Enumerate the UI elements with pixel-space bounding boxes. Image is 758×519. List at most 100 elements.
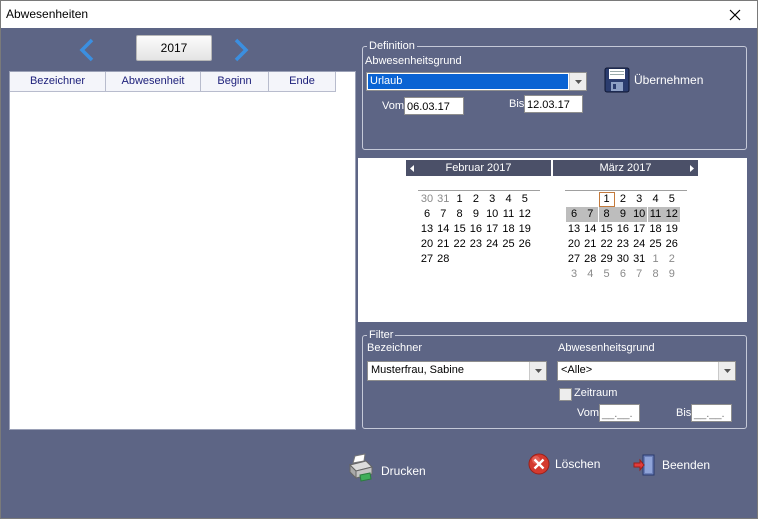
apply-button[interactable]: Übernehmen [604, 67, 703, 93]
calendar-day[interactable]: 9 [664, 267, 680, 282]
calendar-day[interactable]: 27 [566, 252, 582, 267]
calendar-day[interactable]: 12 [663, 207, 680, 222]
print-label: Drucken [381, 464, 426, 478]
absence-list[interactable]: Bezeichner Abwesenheit Beginn Ende [9, 71, 356, 430]
calendar-day[interactable]: 4 [648, 192, 664, 207]
filter-name-combo[interactable]: Musterfrau, Sabine [367, 361, 547, 381]
calendar-day[interactable]: 30 [615, 252, 631, 267]
calendar-prev-button[interactable] [406, 160, 418, 176]
calendar-day[interactable]: 10 [484, 207, 500, 222]
calendar-day[interactable]: 28 [435, 252, 451, 267]
column-header-absence[interactable]: Abwesenheit [106, 72, 201, 92]
calendar-day[interactable]: 13 [566, 222, 582, 237]
calendar-day[interactable]: 10 [631, 207, 648, 222]
calendar-day[interactable]: 1 [452, 192, 468, 207]
exit-door-icon [633, 454, 655, 476]
calendar-day[interactable]: 30 [419, 192, 435, 207]
calendar-day[interactable]: 4 [582, 267, 598, 282]
calendar-day[interactable]: 25 [648, 237, 664, 252]
calendar-day[interactable]: 5 [664, 192, 680, 207]
calendar-next-button[interactable] [686, 160, 698, 176]
calendar-day[interactable]: 18 [648, 222, 664, 237]
calendar-day[interactable]: 8 [452, 207, 468, 222]
definition-reason-combo[interactable]: Urlaub [366, 72, 587, 91]
calendar-day[interactable]: 6 [419, 207, 435, 222]
calendar-day[interactable]: 5 [599, 267, 615, 282]
calendar-day[interactable]: 14 [435, 222, 451, 237]
filter-to-input[interactable]: __.__. [691, 404, 732, 422]
close-button[interactable] [712, 1, 757, 28]
calendar-day[interactable]: 7 [631, 267, 647, 282]
calendar-day[interactable]: 16 [468, 222, 484, 237]
calendar[interactable]: Februar 2017 März 2017 30 31 1 2 3 4 5 6 7 8 9 10 11… [358, 158, 747, 322]
calendar-day[interactable]: 2 [664, 252, 680, 267]
calendar-day[interactable]: 23 [468, 237, 484, 252]
calendar-day[interactable]: 31 [435, 192, 451, 207]
dropdown-button[interactable] [529, 362, 546, 380]
year-button[interactable]: 2017 [136, 35, 212, 61]
calendar-day[interactable]: 26 [664, 237, 680, 252]
calendar-day[interactable]: 17 [484, 222, 500, 237]
print-button[interactable]: Drucken [344, 453, 426, 483]
calendar-day[interactable]: 22 [452, 237, 468, 252]
column-header-begin[interactable]: Beginn [201, 72, 269, 92]
calendar-day[interactable]: 21 [582, 237, 598, 252]
calendar-day[interactable]: 2 [468, 192, 484, 207]
calendar-day[interactable]: 9 [468, 207, 484, 222]
calendar-day[interactable]: 20 [419, 237, 435, 252]
calendar-day[interactable]: 23 [615, 237, 631, 252]
dropdown-button[interactable] [718, 362, 735, 380]
calendar-day[interactable]: 31 [631, 252, 647, 267]
dropdown-button[interactable] [569, 73, 586, 90]
calendar-day[interactable]: 4 [501, 192, 517, 207]
calendar-day[interactable]: 3 [631, 192, 647, 207]
calendar-day[interactable]: 3 [484, 192, 500, 207]
calendar-day[interactable]: 19 [517, 222, 533, 237]
filter-reason-combo[interactable]: <Alle> [557, 361, 736, 381]
calendar-day[interactable]: 24 [631, 237, 647, 252]
calendar-day[interactable]: 7 [435, 207, 451, 222]
column-header-name[interactable]: Bezeichner [10, 72, 106, 92]
calendar-day[interactable]: 7 [582, 207, 599, 222]
calendar-day[interactable]: 8 [598, 207, 615, 222]
calendar-day[interactable]: 17 [631, 222, 647, 237]
calendar-day[interactable]: 11 [501, 207, 517, 222]
definition-from-input[interactable]: 06.03.17 [404, 97, 464, 115]
calendar-day[interactable]: 16 [615, 222, 631, 237]
calendar-day[interactable]: 21 [435, 237, 451, 252]
next-year-button[interactable] [232, 38, 250, 62]
calendar-day[interactable]: 18 [501, 222, 517, 237]
filter-period-checkbox[interactable] [559, 388, 572, 401]
delete-button[interactable]: Löschen [528, 453, 600, 475]
calendar-day[interactable]: 29 [599, 252, 615, 267]
exit-button[interactable]: Beenden [633, 453, 710, 477]
calendar-day[interactable]: 20 [566, 237, 582, 252]
calendar-day[interactable]: 12 [517, 207, 533, 222]
calendar-day[interactable]: 14 [582, 222, 598, 237]
calendar-day[interactable]: 3 [566, 267, 582, 282]
calendar-day[interactable]: 9 [614, 207, 631, 222]
calendar-day[interactable]: 26 [517, 237, 533, 252]
calendar-day[interactable]: 6 [566, 207, 582, 222]
calendar-day[interactable]: 2 [615, 192, 631, 207]
floppy-disk-icon [604, 67, 630, 93]
calendar-day[interactable]: 1 [648, 252, 664, 267]
filter-from-input[interactable]: __.__. [599, 404, 640, 422]
calendar-day[interactable]: 25 [501, 237, 517, 252]
calendar-day[interactable]: 28 [582, 252, 598, 267]
prev-year-button[interactable] [78, 38, 96, 62]
column-header-end[interactable]: Ende [269, 72, 336, 92]
calendar-day[interactable]: 1 [598, 192, 615, 207]
calendar-day[interactable]: 11 [647, 207, 664, 222]
calendar-day[interactable]: 27 [419, 252, 435, 267]
calendar-day[interactable]: 15 [452, 222, 468, 237]
calendar-day[interactable]: 5 [517, 192, 533, 207]
calendar-day[interactable]: 24 [484, 237, 500, 252]
calendar-day[interactable]: 13 [419, 222, 435, 237]
definition-to-input[interactable]: 12.03.17 [524, 95, 583, 113]
calendar-day[interactable]: 8 [648, 267, 664, 282]
calendar-day[interactable]: 22 [599, 237, 615, 252]
calendar-day[interactable]: 15 [599, 222, 615, 237]
calendar-day[interactable]: 19 [664, 222, 680, 237]
calendar-day[interactable]: 6 [615, 267, 631, 282]
